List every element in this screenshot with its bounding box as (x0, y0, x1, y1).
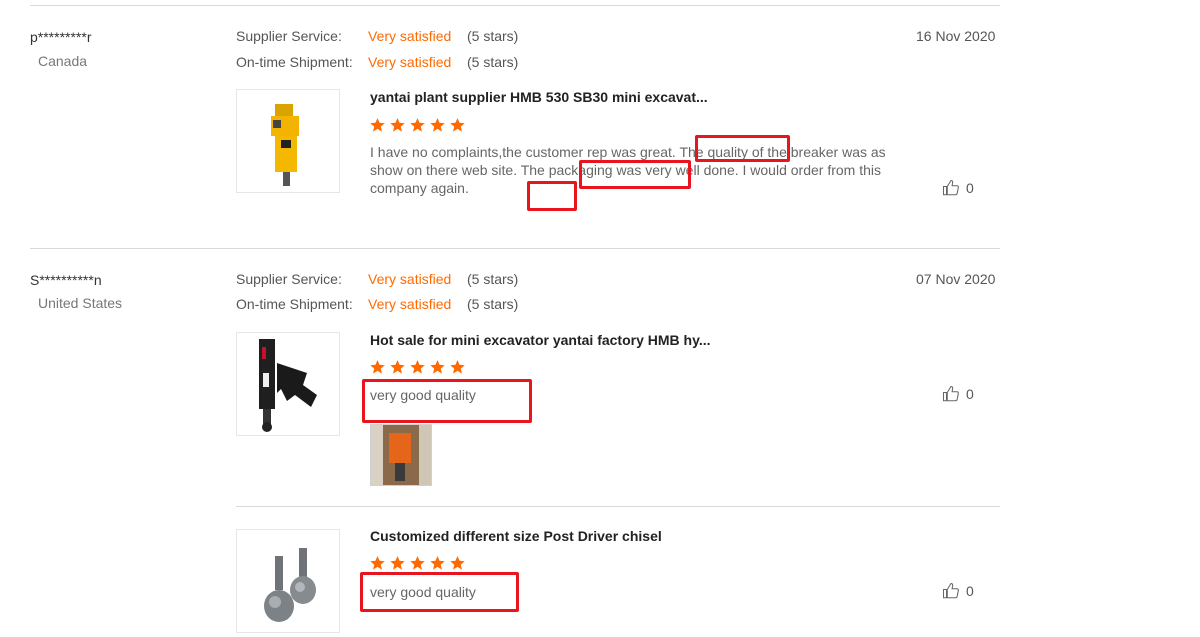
supplier-service-value: Very satisfied (368, 271, 452, 287)
supplier-service-label: Supplier Service: (236, 28, 342, 44)
product-thumbnail[interactable] (236, 332, 340, 436)
supplier-service-value: Very satisfied (368, 28, 452, 44)
like-count: 0 (966, 583, 974, 599)
reviewer-country: Canada (38, 53, 88, 69)
shipment-value: Very satisfied (368, 296, 452, 312)
supplier-service-stars: (5 stars) (467, 271, 519, 287)
divider (30, 5, 1000, 6)
thumbs-up-icon (942, 582, 959, 599)
highlight-box (695, 135, 790, 162)
thumbs-up-icon (942, 385, 959, 402)
reviewer-name: p*********r (30, 29, 92, 45)
product-title[interactable]: yantai plant supplier HMB 530 SB30 mini … (370, 89, 708, 105)
divider (30, 248, 1000, 249)
star-icon (410, 118, 425, 132)
breaker-image (271, 104, 299, 186)
supplier-service-label: Supplier Service: (236, 271, 342, 287)
shipment-stars: (5 stars) (467, 296, 519, 312)
star-icon (430, 556, 445, 570)
star-icon (450, 360, 465, 374)
star-icon (390, 360, 405, 374)
star-icon (390, 556, 405, 570)
shipment-value: Very satisfied (368, 54, 452, 70)
rating-stars (369, 117, 466, 133)
product-thumbnail[interactable] (236, 529, 340, 633)
product-title[interactable]: Customized different size Post Driver ch… (370, 528, 662, 544)
like-count: 0 (966, 180, 974, 196)
star-icon (450, 118, 465, 132)
supplier-service-stars: (5 stars) (467, 28, 519, 44)
star-icon (430, 118, 445, 132)
highlight-box (360, 572, 519, 612)
shipment-label: On-time Shipment: (236, 54, 353, 70)
reviewer-country: United States (38, 295, 123, 311)
star-icon (370, 360, 385, 374)
shipment-stars: (5 stars) (467, 54, 519, 70)
highlight-box (579, 160, 691, 189)
like-button[interactable]: 0 (942, 385, 974, 403)
highlight-box (362, 379, 532, 423)
thumbs-up-icon (942, 179, 959, 196)
review-date: 07 Nov 2020 (916, 271, 996, 287)
star-icon (430, 360, 445, 374)
product-thumbnail[interactable] (236, 89, 340, 193)
shipment-label: On-time Shipment: (236, 296, 353, 312)
hydraulic-hammer-image (259, 339, 317, 432)
star-icon (370, 118, 385, 132)
product-title[interactable]: Hot sale for mini excavator yantai facto… (370, 332, 711, 348)
divider (236, 506, 1000, 507)
review-date: 16 Nov 2020 (916, 28, 996, 44)
photo-image (371, 425, 431, 485)
chisel-image (264, 548, 316, 622)
star-icon (410, 556, 425, 570)
rating-stars (369, 555, 466, 571)
star-icon (450, 556, 465, 570)
like-button[interactable]: 0 (942, 582, 974, 600)
reviewer-name: S**********n (30, 272, 102, 288)
rating-stars (369, 359, 466, 375)
highlight-box (527, 181, 577, 211)
review-photo[interactable] (370, 424, 432, 486)
star-icon (390, 118, 405, 132)
star-icon (370, 556, 385, 570)
like-button[interactable]: 0 (942, 179, 974, 197)
like-count: 0 (966, 386, 974, 402)
star-icon (410, 360, 425, 374)
